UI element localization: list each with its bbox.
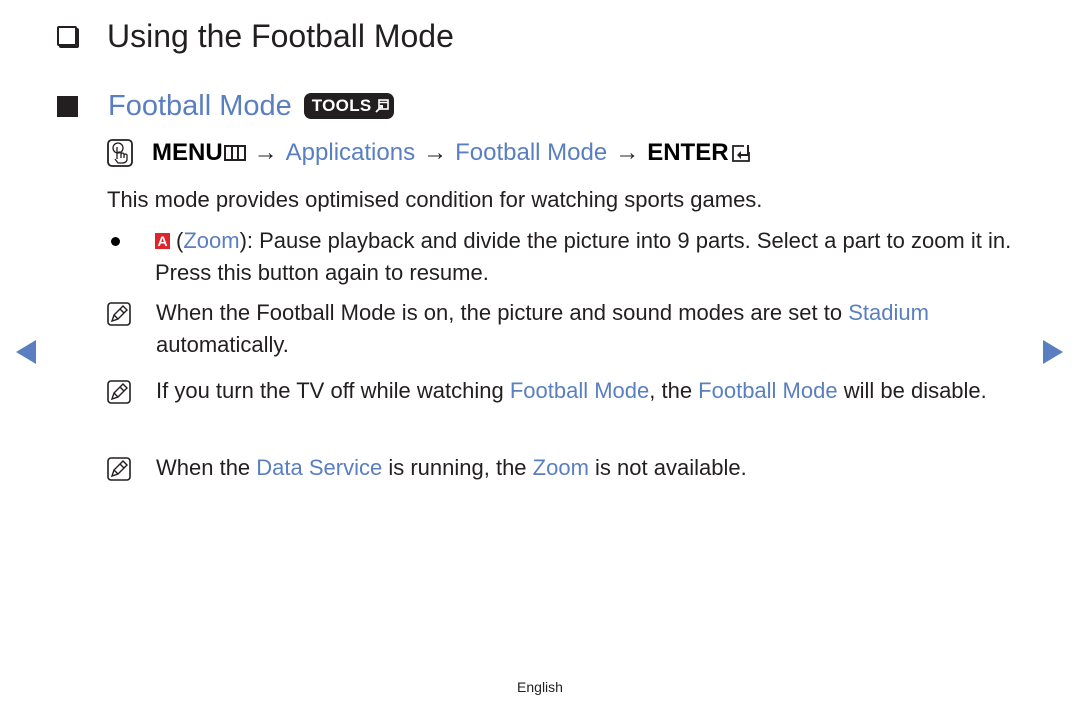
- note-text: If you turn the TV off while watching: [156, 378, 510, 403]
- next-page-arrow-icon[interactable]: [1043, 340, 1063, 364]
- menu-step-football-mode: Football Mode: [455, 139, 608, 166]
- note-item: If you turn the TV off while watching Fo…: [107, 375, 1027, 407]
- note-pencil-icon: [107, 302, 131, 326]
- note-text: is not available.: [588, 455, 747, 480]
- menu-step-applications: Applications: [285, 139, 416, 166]
- note-text: is running, the: [382, 455, 533, 480]
- section-heading: Football Mode: [108, 89, 292, 122]
- football-mode-link: Football Mode: [698, 378, 838, 403]
- menu-label: MENU: [152, 139, 223, 166]
- note-pencil-icon: [107, 380, 131, 404]
- hand-pointer-icon: [107, 139, 133, 167]
- page-title-row: Using the Football Mode: [57, 14, 454, 58]
- zoom-bullet: A (Zoom): Pause playback and divide the p…: [107, 225, 1027, 289]
- arrow-icon: →: [253, 139, 278, 166]
- checkbox-icon: [57, 26, 77, 46]
- note-text: When the: [156, 455, 257, 480]
- note-text: When the Football Mode is on, the pictur…: [156, 300, 849, 325]
- tools-label: TOOLS: [311, 96, 372, 115]
- arrow-icon: →: [423, 139, 448, 166]
- red-a-button-icon: A: [155, 233, 170, 249]
- previous-page-arrow-icon[interactable]: [16, 340, 36, 364]
- stadium-link: Stadium: [848, 300, 929, 325]
- menu-path: MENU → Applications → Football Mode → EN…: [107, 136, 752, 170]
- bullet-dot-icon: [111, 237, 120, 246]
- intro-text: This mode provides optimised condition f…: [107, 187, 763, 212]
- enter-icon: [731, 145, 750, 162]
- zoom-link: Zoom: [532, 455, 589, 480]
- football-mode-link: Football Mode: [509, 378, 650, 403]
- note-text: will be disable.: [837, 378, 987, 403]
- arrow-icon: →: [615, 139, 640, 166]
- tools-icon: [374, 99, 389, 113]
- data-service-link: Data Service: [256, 455, 383, 480]
- enter-label: ENTER: [647, 139, 729, 166]
- note-pencil-icon: [107, 457, 131, 481]
- note-text: automatically.: [156, 332, 289, 357]
- tools-badge: TOOLS: [303, 93, 394, 119]
- note-item: When the Football Mode is on, the pictur…: [107, 297, 1027, 361]
- bullet-text: ): Pause playback and divide the picture…: [155, 228, 1012, 285]
- section-heading-row: Football Mode TOOLS: [57, 86, 394, 126]
- zoom-link: Zoom: [183, 228, 240, 253]
- square-bullet-icon: [57, 95, 78, 117]
- menu-icon: [223, 145, 246, 161]
- note-item: When the Data Service is running, the Zo…: [107, 452, 1027, 484]
- page-title: Using the Football Mode: [107, 17, 454, 54]
- note-text: , the: [649, 378, 699, 403]
- footer-language: English: [517, 679, 563, 695]
